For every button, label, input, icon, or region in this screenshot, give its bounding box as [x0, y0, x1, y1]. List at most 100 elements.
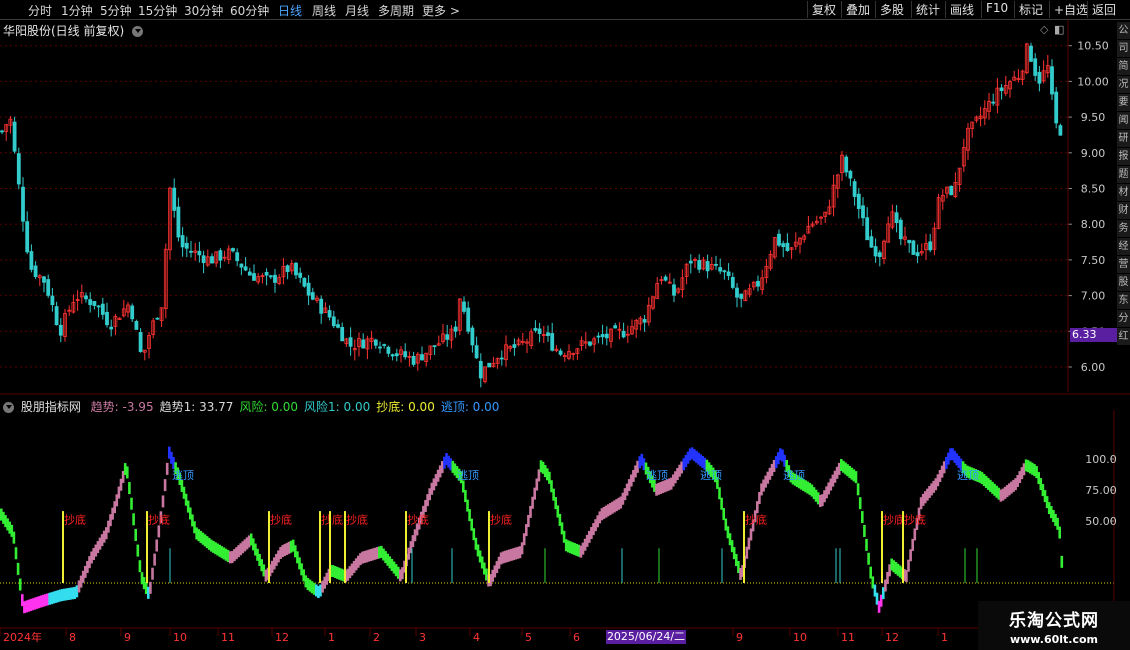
trend-segment	[1060, 555, 1064, 568]
side-tab-10[interactable]: 财	[1117, 202, 1130, 219]
candle-body	[155, 317, 160, 320]
toolbar-button-6[interactable]: 标记	[1014, 1, 1043, 18]
candle-body	[243, 266, 248, 271]
candle-body	[991, 101, 996, 104]
candle-body	[84, 295, 88, 300]
candle-body	[247, 271, 252, 276]
watermark-url: www.60lt.com	[1009, 633, 1099, 646]
trend-segment	[867, 552, 870, 565]
kline-chart[interactable]: 10.5010.009.509.008.508.007.507.006.506.…	[0, 20, 1130, 412]
period-tab-0[interactable]: 分时	[28, 2, 52, 19]
trend-segment	[165, 462, 169, 475]
indicator-chart[interactable]: 100.075.0050.00抄底 抄底 抄底 抄底 抄底 抄底 抄底 抄底 抄底 抄底逃顶 逃顶逃…	[0, 410, 1130, 650]
candle-body	[663, 276, 668, 281]
buy-signal-label: 抄底	[321, 512, 343, 526]
trend-segment	[151, 567, 154, 580]
window-icon: ◧	[1054, 23, 1064, 36]
candle-body	[907, 239, 912, 244]
xaxis-label: 11	[841, 631, 855, 644]
trend-segment	[905, 570, 908, 583]
side-tab-1[interactable]: 司	[1117, 40, 1130, 57]
candle-body	[861, 205, 865, 219]
trend-segment	[155, 539, 158, 552]
candle-body	[130, 305, 135, 320]
candle-body	[231, 248, 235, 252]
period-tab-1[interactable]: 1分钟	[61, 2, 93, 19]
toolbar-button-8[interactable]: 返回	[1087, 1, 1116, 18]
side-tab-12[interactable]: 经	[1117, 238, 1130, 255]
side-panel: 公司简况要闻研报题材财务经营股东分红	[1117, 22, 1130, 392]
xaxis-label: 5	[525, 631, 532, 644]
candle-body	[877, 252, 882, 258]
side-tab-8[interactable]: 题	[1117, 166, 1130, 183]
trend-segment	[861, 511, 864, 524]
candle-body	[730, 276, 735, 288]
candle-body	[319, 298, 324, 314]
toolbar-button-1[interactable]: 叠加	[841, 1, 870, 18]
side-tab-4[interactable]: 要	[1117, 94, 1130, 111]
price-tick-label: 9.50	[1081, 111, 1106, 124]
side-tab-3[interactable]: 况	[1117, 76, 1130, 93]
period-tab-4[interactable]: 30分钟	[184, 2, 223, 19]
period-tab-9[interactable]: 多周期	[378, 2, 414, 19]
buy-signal-label: 抄底	[64, 512, 86, 526]
candle-body	[478, 360, 483, 379]
side-tab-16[interactable]: 分	[1117, 310, 1130, 327]
xaxis-label: 9	[124, 631, 131, 644]
side-tab-15[interactable]: 东	[1117, 292, 1130, 309]
candle-body	[739, 293, 744, 299]
side-tab-17[interactable]: 红	[1117, 328, 1130, 345]
toolbar-button-4[interactable]: 画线	[945, 1, 974, 18]
candle-body	[239, 263, 244, 268]
trend-segment	[16, 562, 20, 575]
period-tab-8[interactable]: 月线	[345, 2, 369, 19]
candle-body	[252, 273, 256, 281]
current-price-badge: 6.33	[1070, 328, 1118, 342]
period-tab-10[interactable]: 更多 >	[422, 2, 460, 19]
period-tab-6[interactable]: 日线	[278, 2, 302, 19]
side-tab-2[interactable]: 简	[1117, 58, 1130, 75]
side-tab-7[interactable]: 报	[1117, 148, 1130, 165]
side-tab-6[interactable]: 研	[1117, 130, 1130, 147]
candle-body	[777, 233, 781, 246]
toolbar-button-2[interactable]: 多股	[875, 1, 904, 18]
period-tab-7[interactable]: 周线	[312, 2, 336, 19]
candle-body	[134, 321, 139, 330]
candle-body	[726, 271, 731, 276]
candle-body	[298, 272, 303, 278]
candle-body	[264, 272, 269, 276]
trend-segment	[128, 482, 131, 495]
candle-body	[844, 156, 849, 173]
candle-body	[928, 241, 933, 251]
side-tab-11[interactable]: 务	[1117, 220, 1130, 237]
candle-body	[642, 319, 647, 323]
side-tab-14[interactable]: 股	[1117, 274, 1130, 291]
candle-body	[588, 341, 592, 346]
buy-signal-label: 抄底	[745, 512, 767, 526]
side-tab-9[interactable]: 材	[1117, 184, 1130, 201]
candle-body	[785, 242, 790, 251]
toolbar-button-7[interactable]: +自选	[1049, 1, 1088, 18]
candle-body	[533, 327, 538, 331]
candle-body	[88, 299, 93, 306]
period-tab-5[interactable]: 60分钟	[230, 2, 269, 19]
buy-signal-label: 抄底	[490, 512, 512, 526]
period-tab-2[interactable]: 5分钟	[100, 2, 132, 19]
trend-segment	[132, 513, 135, 526]
candle-body	[1054, 91, 1059, 124]
buy-signal-label: 抄底	[407, 512, 429, 526]
toolbar-button-5[interactable]: F10	[981, 1, 1008, 18]
period-tab-3[interactable]: 15分钟	[138, 2, 177, 19]
candle-body	[546, 332, 550, 336]
candle-body	[1029, 45, 1033, 62]
toolbar-button-3[interactable]: 统计	[911, 1, 940, 18]
side-tab-5[interactable]: 闻	[1117, 112, 1130, 129]
side-tab-0[interactable]: 公	[1117, 22, 1130, 39]
xaxis-label: 1	[328, 631, 335, 644]
candle-body	[336, 324, 340, 328]
candle-body	[361, 339, 366, 349]
toolbar-button-0[interactable]: 复权	[807, 1, 836, 18]
candle-body	[218, 250, 223, 261]
xaxis-label: 9	[736, 631, 743, 644]
side-tab-13[interactable]: 营	[1117, 256, 1130, 273]
